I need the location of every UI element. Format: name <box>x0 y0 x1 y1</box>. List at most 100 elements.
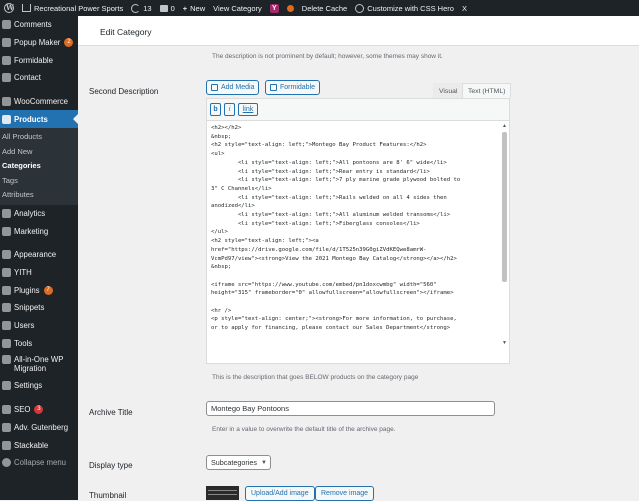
archive-title-label: Archive Title <box>89 408 133 417</box>
popup-maker-icon <box>2 38 11 48</box>
home-icon <box>22 4 31 12</box>
collapse-arrow-icon <box>2 458 11 468</box>
formidable-icon <box>270 84 277 91</box>
woocommerce-icon <box>2 97 11 107</box>
quicktags-toolbar: b i link <box>206 98 510 120</box>
edit-header: Edit Category <box>78 16 639 46</box>
description-help-text: The description is not prominent by defa… <box>212 53 443 60</box>
products-icon <box>2 114 11 124</box>
sidebar-item-snippets[interactable]: Snippets <box>0 299 78 317</box>
editor-scrollbar[interactable]: ▲ ▼ <box>501 123 508 347</box>
sidebar-item-plugins[interactable]: Plugins 7 <box>0 281 78 299</box>
sidebar-item-appearance[interactable]: Appearance <box>0 246 78 264</box>
sidebar-item-contact[interactable]: Contact <box>0 69 78 87</box>
updates-count: 13 <box>143 3 152 13</box>
refresh-icon <box>131 3 141 13</box>
yoast-icon: Y <box>269 3 279 13</box>
contact-icon <box>2 73 11 83</box>
second-description-textarea[interactable]: <h2></h2> &nbsp; <h2 style="text-align: … <box>206 120 510 364</box>
bold-button[interactable]: b <box>210 103 221 116</box>
scroll-thumb[interactable] <box>502 132 507 282</box>
second-description-label: Second Description <box>89 87 159 96</box>
sidebar-collapse-menu[interactable]: Collapse menu <box>0 454 78 472</box>
tab-text-html[interactable]: Text (HTML) <box>462 83 512 98</box>
scroll-down-arrow-icon[interactable]: ▼ <box>501 340 508 347</box>
yith-icon <box>2 268 11 278</box>
plus-icon: + <box>182 3 188 13</box>
css-hero-label: Customize with CSS Hero <box>367 3 454 13</box>
new-label: New <box>190 3 206 13</box>
sidebar-item-popup-maker[interactable]: Popup Maker 2 <box>0 34 78 52</box>
display-type-value: Subcategories <box>211 458 257 467</box>
add-media-button[interactable]: Add Media <box>206 80 260 95</box>
sidebar-item-marketing[interactable]: Marketing <box>0 222 78 240</box>
new-content-link[interactable]: + New <box>179 0 209 16</box>
close-icon: X <box>461 3 467 13</box>
sidebar-item-formidable[interactable]: Formidable <box>0 51 78 69</box>
sidebar-item-comments[interactable]: Comments <box>0 16 78 34</box>
site-name: Recreational Power Sports <box>34 3 124 13</box>
sidebar-item-products[interactable]: Products <box>0 110 78 129</box>
css-hero-link[interactable]: Customize with CSS Hero <box>351 0 458 16</box>
sidebar-item-yith[interactable]: YITH <box>0 264 78 282</box>
comments-icon <box>2 20 11 30</box>
popup-maker-badge: 2 <box>64 38 74 48</box>
thumbnail-image <box>206 486 239 500</box>
stackable-icon <box>2 440 11 450</box>
settings-icon <box>2 381 11 391</box>
italic-button[interactable]: i <box>224 103 235 116</box>
migration-icon <box>2 355 11 365</box>
admin-bar: Recreational Power Sports 13 0 + New Vie… <box>0 0 639 16</box>
formidable-icon <box>2 55 11 65</box>
view-category-link[interactable]: View Category <box>209 0 266 16</box>
css-hero-close[interactable]: X <box>458 0 471 16</box>
remove-image-button[interactable]: Remove image <box>315 486 375 501</box>
sidebar-item-users[interactable]: Users <box>0 317 78 335</box>
plugins-icon <box>2 285 11 295</box>
upload-image-button[interactable]: Upload/Add image <box>245 486 315 501</box>
seo-icon <box>2 405 11 415</box>
sidebar-item-stackable[interactable]: Stackable <box>0 436 78 454</box>
admin-sidebar: Comments Popup Maker 2 Formidable Contact… <box>0 16 78 500</box>
sidebar-item-seo[interactable]: SEO 3 <box>0 401 78 419</box>
sidebar-item-settings[interactable]: Settings <box>0 377 78 395</box>
wordpress-icon <box>4 3 14 13</box>
submenu-tags[interactable]: Tags <box>0 174 78 189</box>
sidebar-item-migration[interactable]: All-in-One WP Migration <box>0 352 78 377</box>
sidebar-item-analytics[interactable]: Analytics <box>0 205 78 223</box>
display-type-select[interactable]: Subcategories ▼ <box>206 455 271 470</box>
products-submenu: All Products Add New Categories Tags Att… <box>0 128 78 205</box>
wordpress-logo[interactable] <box>0 0 18 16</box>
css-hero-icon <box>355 3 365 13</box>
sidebar-item-tools[interactable]: Tools <box>0 334 78 352</box>
yoast-menu[interactable]: Y <box>266 0 283 16</box>
comments-count: 0 <box>170 3 175 13</box>
scroll-up-arrow-icon[interactable]: ▲ <box>501 123 508 130</box>
appearance-icon <box>2 250 11 260</box>
second-description-help: This is the description that goes BELOW … <box>212 374 419 381</box>
formidable-button[interactable]: Formidable <box>265 80 321 95</box>
submenu-add-new[interactable]: Add New <box>0 145 78 160</box>
seo-badge: 3 <box>34 405 44 415</box>
page-title: Edit Category <box>100 27 152 37</box>
updates-link[interactable]: 13 <box>127 0 155 16</box>
snippets-icon <box>2 303 11 313</box>
site-name-link[interactable]: Recreational Power Sports <box>18 0 127 16</box>
tools-icon <box>2 338 11 348</box>
sidebar-item-woocommerce[interactable]: WooCommerce <box>0 93 78 111</box>
comments-link[interactable]: 0 <box>156 0 179 16</box>
marketing-icon <box>2 226 11 236</box>
delete-cache-link[interactable]: Delete Cache <box>298 0 351 16</box>
submenu-attributes[interactable]: Attributes <box>0 188 78 203</box>
tab-visual[interactable]: Visual <box>433 83 464 98</box>
users-icon <box>2 321 11 331</box>
main-content: Edit Category The description is not pro… <box>78 16 639 501</box>
archive-title-help: Enter in a value to overwrite the defaul… <box>212 426 396 433</box>
submenu-categories[interactable]: Categories <box>0 159 78 174</box>
submenu-all-products[interactable]: All Products <box>0 130 78 145</box>
archive-title-input[interactable]: Montego Bay Pontoons <box>206 401 495 416</box>
sidebar-item-adv-gutenberg[interactable]: Adv. Gutenberg <box>0 419 78 437</box>
comment-bubble-icon <box>159 4 168 12</box>
analytics-icon <box>2 208 11 218</box>
link-button[interactable]: link <box>238 103 258 116</box>
